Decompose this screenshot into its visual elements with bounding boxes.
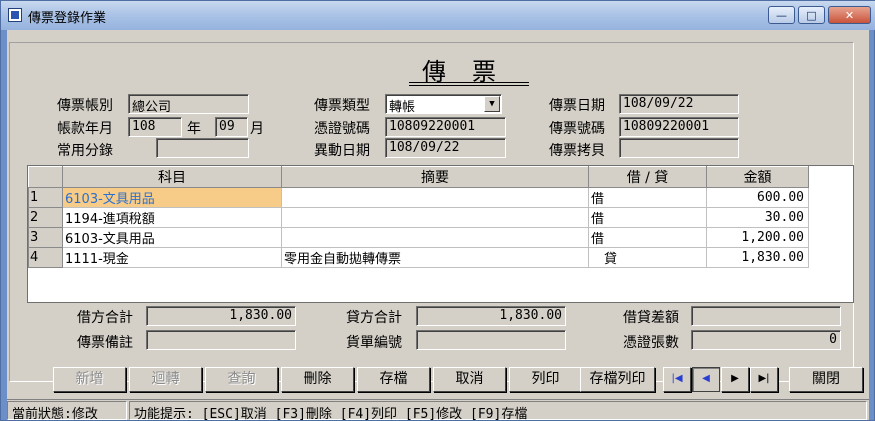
save-print-button[interactable]: 存檔列印 (580, 367, 655, 392)
voucher-copy-label: 傳票拷貝 (549, 143, 605, 159)
difference-field (691, 306, 841, 326)
previous-record-icon[interactable]: ◀ (692, 367, 720, 392)
table-row[interactable]: 3 6103-文具用品 借 1,200.00 (28, 227, 809, 248)
credit-total-field: 1,830.00 (416, 306, 566, 326)
table-row[interactable]: 1 6103-文具用品 借 600.00 (28, 187, 809, 208)
close-window-button[interactable]: ✕ (828, 6, 871, 24)
first-record-icon[interactable]: |◀ (663, 367, 691, 392)
credit-total-label: 貸方合計 (346, 310, 402, 326)
last-record-icon[interactable]: ▶| (750, 367, 778, 392)
debit-total-field: 1,830.00 (146, 306, 296, 326)
proof-number-field[interactable]: 10809220001 (385, 117, 506, 137)
save-button[interactable]: 存檔 (357, 367, 430, 392)
voucher-note-field[interactable] (146, 330, 296, 350)
account-year-field[interactable]: 108 (128, 117, 182, 137)
amount-cell[interactable]: 600.00 (706, 187, 809, 208)
account-type-label: 傳票帳別 (57, 98, 113, 114)
grid-header-row: 科目 摘要 借 / 貸 金額 (28, 166, 809, 188)
voucher-number-field[interactable]: 10809220001 (619, 117, 739, 137)
column-header[interactable]: 科目 (62, 166, 282, 188)
column-header[interactable]: 摘要 (281, 166, 589, 188)
voucher-date-field[interactable]: 108/09/22 (619, 94, 739, 114)
status-state: 當前狀態:修改 (7, 401, 127, 421)
table-row[interactable]: 2 1194-進項稅額 借 30.00 (28, 207, 809, 228)
voucher-type-select[interactable]: 轉帳 ▼ (385, 94, 502, 114)
reverse-button[interactable]: 迴轉 (129, 367, 202, 392)
account-cell[interactable]: 6103-文具用品 (62, 227, 282, 248)
client-area: 傳票 傳票帳別 總公司 帳款年月 108 年 09 月 常用分錄 傳票類型 轉帳… (7, 30, 869, 421)
common-entry-label: 常用分錄 (57, 143, 113, 159)
summary-cell[interactable] (281, 227, 589, 248)
voucher-copy-field[interactable] (619, 138, 739, 158)
bill-number-label: 貨單編號 (346, 335, 402, 351)
account-cell[interactable]: 1194-進項稅額 (62, 207, 282, 228)
entry-grid[interactable]: 科目 摘要 借 / 貸 金額 1 6103-文具用品 借 600.00 2 11… (27, 165, 854, 303)
account-year-label: 帳款年月 (57, 121, 113, 137)
debit-credit-cell[interactable]: 借 (588, 227, 707, 248)
voucher-note-label: 傳票備註 (77, 335, 133, 351)
proof-count-field[interactable]: 0 (691, 330, 841, 350)
app-window: 傳票登錄作業 — □ ✕ 傳票 傳票帳別 總公司 帳款年月 108 年 09 月… (0, 0, 875, 421)
summary-cell[interactable] (281, 187, 589, 208)
add-button[interactable]: 新增 (53, 367, 126, 392)
amount-cell[interactable]: 30.00 (706, 207, 809, 228)
title-underline (409, 82, 529, 83)
change-date-label: 異動日期 (314, 143, 370, 159)
debit-credit-cell[interactable]: 借 (588, 187, 707, 208)
status-hint: 功能提示: [ESC]取消 [F3]刪除 [F4]列印 [F5]修改 [F9]存… (129, 401, 867, 421)
close-button[interactable]: 關閉 (789, 367, 863, 392)
app-icon (8, 8, 22, 22)
voucher-date-label: 傳票日期 (549, 98, 605, 114)
debit-credit-cell[interactable]: 貸 (588, 247, 707, 268)
summary-cell[interactable]: 零用金自動拋轉傳票 (281, 247, 589, 268)
minimize-button[interactable]: — (768, 6, 795, 24)
delete-button[interactable]: 刪除 (281, 367, 354, 392)
voucher-type-label: 傳票類型 (314, 98, 370, 114)
account-month-field[interactable]: 09 (215, 117, 248, 137)
voucher-type-value: 轉帳 (389, 100, 416, 114)
row-number: 4 (28, 247, 63, 268)
month-unit-label: 月 (250, 121, 264, 137)
next-record-icon[interactable]: ▶ (721, 367, 749, 392)
column-header[interactable]: 金額 (706, 166, 809, 188)
row-number: 1 (28, 187, 63, 208)
proof-count-label: 憑證張數 (623, 335, 679, 351)
account-type-field[interactable]: 總公司 (128, 94, 249, 114)
summary-cell[interactable] (281, 207, 589, 228)
status-bar: 當前狀態:修改 功能提示: [ESC]取消 [F3]刪除 [F4]列印 [F5]… (7, 399, 869, 421)
voucher-number-label: 傳票號碼 (549, 121, 605, 137)
title-bar[interactable]: 傳票登錄作業 — □ ✕ (1, 1, 875, 30)
title-underline (409, 85, 529, 86)
proof-number-label: 憑證號碼 (314, 121, 370, 137)
account-cell[interactable]: 1111-現金 (62, 247, 282, 268)
query-button[interactable]: 查詢 (205, 367, 278, 392)
amount-cell[interactable]: 1,830.00 (706, 247, 809, 268)
chevron-down-icon[interactable]: ▼ (484, 96, 500, 112)
row-number: 3 (28, 227, 63, 248)
row-number: 2 (28, 207, 63, 228)
bill-number-field[interactable] (416, 330, 566, 350)
cancel-button[interactable]: 取消 (433, 367, 506, 392)
account-cell[interactable]: 6103-文具用品 (62, 187, 282, 208)
print-button[interactable]: 列印 (509, 367, 582, 392)
common-entry-field[interactable] (156, 138, 249, 158)
change-date-field[interactable]: 108/09/22 (385, 138, 506, 158)
column-header[interactable]: 借 / 貸 (588, 166, 707, 188)
maximize-button[interactable]: □ (798, 6, 825, 24)
window-title: 傳票登錄作業 (28, 11, 107, 26)
debit-credit-cell[interactable]: 借 (588, 207, 707, 228)
difference-label: 借貸差額 (623, 310, 679, 326)
row-number-header (28, 166, 63, 188)
amount-cell[interactable]: 1,200.00 (706, 227, 809, 248)
table-row[interactable]: 4 1111-現金 零用金自動拋轉傳票 貸 1,830.00 (28, 247, 809, 268)
year-unit-label: 年 (187, 121, 201, 137)
debit-total-label: 借方合計 (77, 310, 133, 326)
